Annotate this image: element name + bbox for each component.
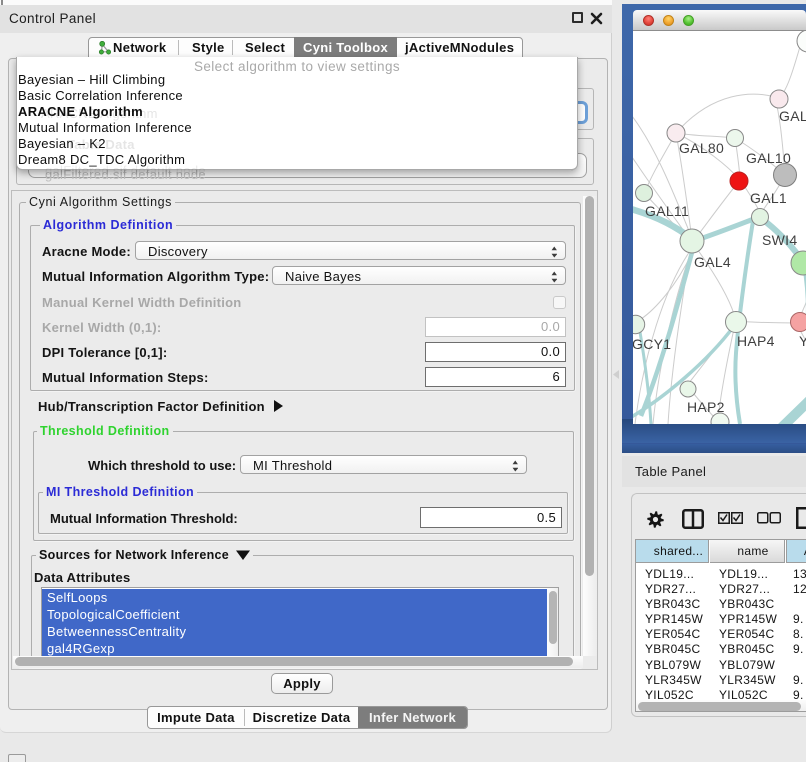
svg-text:GAL11: GAL11 xyxy=(645,203,689,219)
svg-text:GAL80: GAL80 xyxy=(679,140,724,156)
svg-text:GCY1: GCY1 xyxy=(633,336,671,352)
svg-text:HAP2: HAP2 xyxy=(687,399,725,415)
svg-text:GAL14: GAL14 xyxy=(779,108,806,124)
svg-text:SWI4: SWI4 xyxy=(762,232,797,248)
svg-text:HAP4: HAP4 xyxy=(737,333,775,349)
svg-text:GAL10: GAL10 xyxy=(746,150,791,166)
svg-text:Y: Y xyxy=(799,333,806,349)
svg-text:GAL4: GAL4 xyxy=(694,254,731,270)
svg-text:GAL1: GAL1 xyxy=(750,190,787,206)
